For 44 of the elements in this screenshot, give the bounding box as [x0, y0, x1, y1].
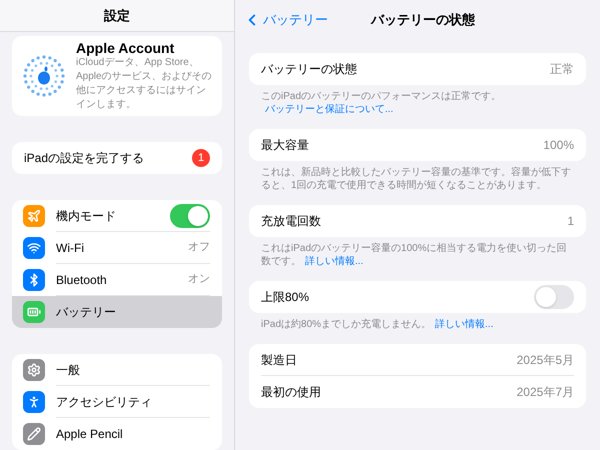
row-label: 充放電回数 — [261, 213, 321, 230]
sidebar-title: 設定 — [104, 6, 130, 25]
item-label: Apple Pencil — [56, 426, 123, 443]
row-label: 最大容量 — [261, 137, 309, 154]
page-title: バッテリーの状態 — [371, 11, 475, 30]
account-card[interactable]: Apple Account iCloudデータ、App Store、Appleのサービス、およびその他にアクセスするにはサインインします。 — [12, 36, 222, 116]
setup-row[interactable]: iPadの設定を完了する 1 — [12, 142, 222, 174]
sidebar-item[interactable]: Apple Pencil — [12, 418, 222, 450]
row-label: 製造日 — [261, 352, 297, 368]
sidebar-item[interactable]: アクセシビリティ — [12, 386, 222, 418]
account-description: iCloudデータ、App Store、Appleのサービス、およびその他にアクセスするにはサインインします。 — [76, 56, 212, 112]
toggle-switch[interactable] — [170, 204, 210, 228]
toggle-switch[interactable] — [534, 285, 574, 309]
row-value: 2025年7月 — [516, 384, 574, 401]
item-label: アクセシビリティ — [56, 394, 152, 410]
footnote: これは、新品時と比較したバッテリー容量の基準です。容量が低下すると、1回の充電で使用できる時間が短くなることがあります。 — [260, 166, 572, 192]
footnote: このiPadのバッテリーのパフォーマンスは正常です。 バッテリーと保証について... — [260, 90, 502, 116]
item-label: 一般 — [56, 362, 80, 378]
item-label: バッテリー — [56, 304, 116, 321]
footnote: iPadは約80%までしか充電しません。 詳しい情報... — [260, 318, 494, 331]
item-label: Bluetooth — [56, 272, 107, 288]
footnote: これはiPadのバッテリー容量の100%に相当する電力を使い切った回数です。 詳しい情報... — [260, 242, 568, 268]
row-value: 正常 — [550, 61, 574, 78]
info-link[interactable]: 詳しい情報... — [435, 319, 494, 330]
notification-badge: 1 — [192, 149, 210, 167]
info-link[interactable]: 詳しい情報... — [305, 256, 364, 267]
info-link[interactable]: バッテリーと保証について... — [265, 104, 394, 115]
row-label: 上限80% — [261, 289, 310, 306]
row-value: 1 — [567, 213, 574, 230]
back-button[interactable]: バッテリー — [243, 10, 328, 30]
sidebar-item[interactable]: バッテリー — [12, 296, 222, 328]
row-label: バッテリーの状態 — [261, 61, 357, 78]
account-title: Apple Account — [76, 40, 176, 56]
account-icon — [22, 54, 66, 98]
item-value: オン — [188, 272, 210, 288]
sidebar-item[interactable]: 一般 — [12, 354, 222, 386]
sidebar-item[interactable]: Wi-Fi オフ — [12, 232, 222, 264]
item-label: 機内モード — [56, 208, 116, 224]
item-label: Wi-Fi — [56, 240, 84, 256]
sidebar-item[interactable]: 機内モード — [12, 200, 222, 232]
row-label: 最初の使用 — [261, 384, 321, 401]
item-value: オフ — [188, 240, 210, 256]
row-value: 2025年5月 — [516, 352, 574, 368]
row-value: 100% — [543, 137, 574, 154]
